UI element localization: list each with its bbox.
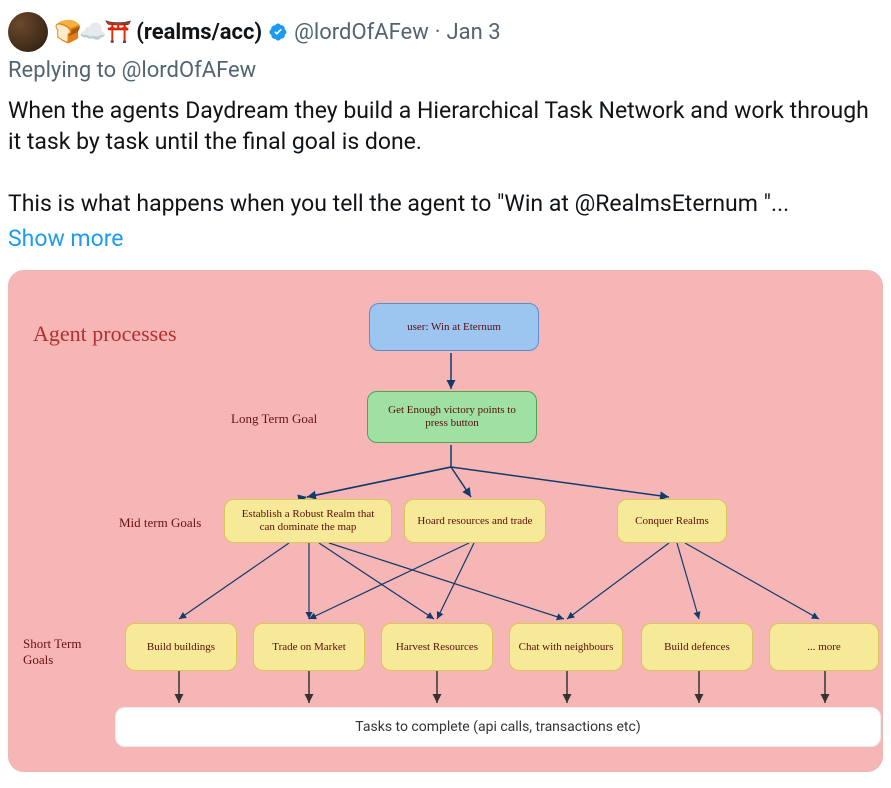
node-user-goal: user: Win at Eternum (369, 303, 539, 351)
label-mid-term: Mid term Goals (119, 515, 201, 531)
tweet-media[interactable]: Agent processes (8, 270, 883, 772)
node-mid-3: Conquer Realms (617, 499, 727, 543)
reply-context: Replying to @lordOfAFew (8, 58, 883, 83)
tweet-date[interactable]: Jan 3 (446, 20, 500, 45)
node-long-term: Get Enough victory points to press butto… (367, 391, 537, 443)
node-short-3: Harvest Resources (381, 623, 493, 671)
avatar[interactable] (8, 12, 48, 52)
verified-badge-icon (268, 22, 288, 42)
diagram-panel: Agent processes (9, 271, 882, 771)
display-emoji: 🍞☁️⛩️ (54, 20, 130, 45)
tweet-container: 🍞☁️⛩️ (realms/acc) @lordOfAFew · Jan 3 R… (0, 0, 891, 772)
node-short-1: Build buildings (125, 623, 237, 671)
node-mid-2: Hoard resources and trade (404, 499, 546, 543)
tweet-header: 🍞☁️⛩️ (realms/acc) @lordOfAFew · Jan 3 (8, 12, 883, 52)
reply-prefix: Replying to (8, 58, 122, 83)
panel-title: Agent processes (33, 321, 177, 347)
node-short-4: Chat with neighbours (509, 623, 623, 671)
node-short-5: Build defences (641, 623, 753, 671)
label-short-term: Short Term Goals (23, 636, 81, 668)
reply-handle[interactable]: @lordOfAFew (122, 58, 257, 83)
tweet-body: When the agents Daydream they build a Hi… (8, 95, 883, 219)
node-mid-1: Establish a Robust Realm that can domina… (224, 499, 392, 543)
tasks-bar: Tasks to complete (api calls, transactio… (115, 707, 881, 747)
label-long-term: Long Term Goal (231, 411, 317, 427)
user-handle[interactable]: @lordOfAFew (294, 20, 429, 45)
node-short-2: Trade on Market (253, 623, 365, 671)
node-short-6: ... more (769, 623, 879, 671)
separator-dot: · (435, 20, 441, 45)
show-more-link[interactable]: Show more (8, 225, 124, 252)
display-name[interactable]: (realms/acc) (136, 20, 262, 45)
